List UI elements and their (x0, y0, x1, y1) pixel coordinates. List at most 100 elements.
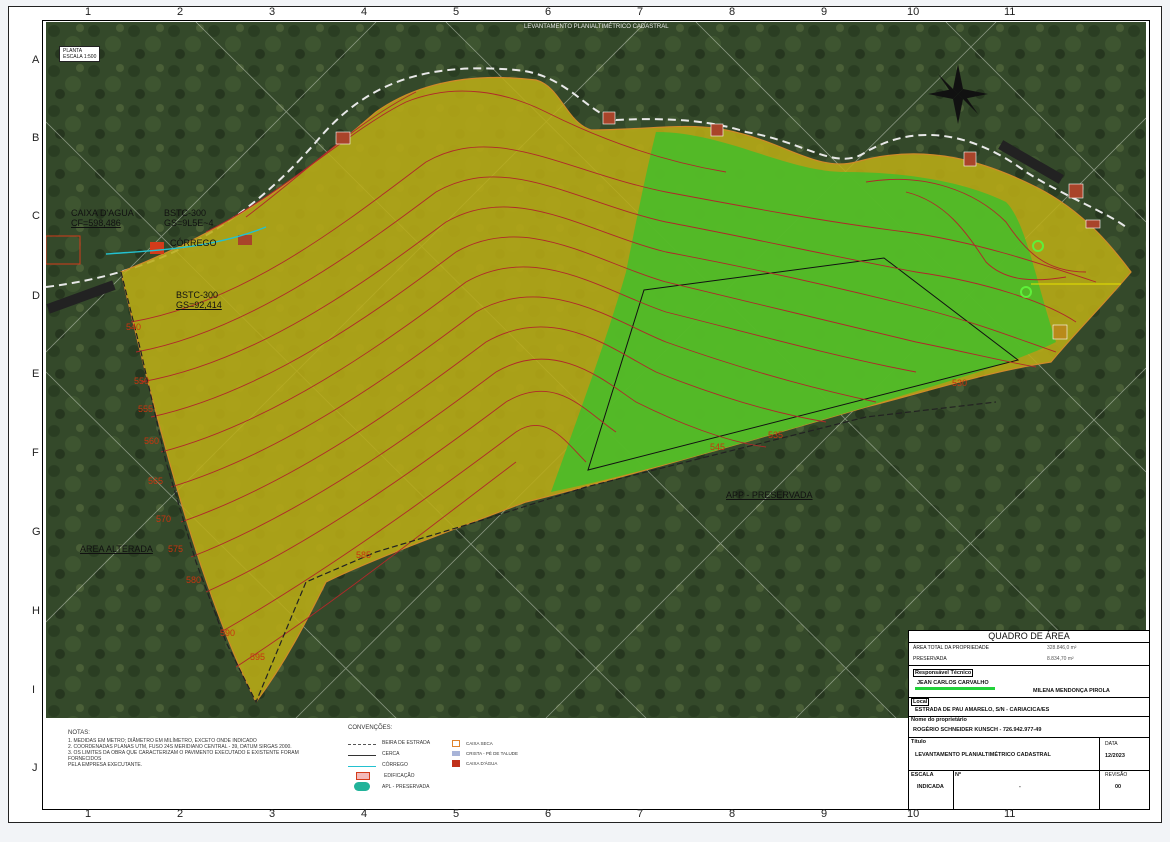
row-label: G (32, 526, 41, 538)
row-label: B (32, 132, 40, 144)
numero-value: - (1019, 784, 1021, 790)
escala-value: INDICADA (917, 784, 944, 790)
bstc-top-name: BSTC-300 (164, 208, 207, 218)
water-tank (150, 242, 164, 254)
col-label: 3 (269, 6, 276, 18)
bottom-grid-ruler: 1 2 3 4 5 6 7 8 9 10 11 (42, 808, 1148, 822)
resp-tecnico-name: JEAN CARLOS CARVALHO (917, 680, 989, 686)
elevation-label: 575 (168, 544, 184, 554)
building (1068, 183, 1084, 199)
preservada-label: PRESERVADA (913, 656, 947, 662)
col-label: 4 (361, 808, 368, 820)
bstc-top-elev: GS=9L5E~4 (164, 218, 214, 228)
stream-swatch (348, 763, 376, 767)
local-value: ESTRADA DE PAU AMARELO, S/N - CARIACICA/… (915, 707, 1050, 713)
building (1085, 219, 1101, 229)
row-label: C (32, 210, 40, 222)
area-total-value: 328.846,0 m² (1047, 645, 1077, 651)
row-label: A (32, 54, 40, 66)
elevation-label: 555 (138, 404, 154, 414)
elevation-label: 585 (356, 550, 372, 560)
legend-label: CAIXA D'ÁGUA (466, 760, 498, 766)
talude-swatch (452, 750, 460, 756)
area-total-label: ÁREA TOTAL DA PROPRIEDADE (913, 645, 989, 651)
col-label: 8 (729, 6, 736, 18)
col-label: 9 (821, 808, 828, 820)
legend-label: APL - PRESERVADA (382, 783, 430, 790)
resp-tecnico-label: Responsável Técnico (913, 669, 974, 677)
local-label: Local (911, 698, 930, 706)
legend-label: CÓRREGO (382, 761, 408, 768)
legend-label: EDIFICAÇÃO (384, 772, 415, 779)
bstc-bot-name: BSTC-300 (176, 290, 219, 300)
top-grid-ruler: 1 2 3 4 5 6 7 8 9 10 11 (42, 6, 1148, 20)
building (963, 151, 977, 167)
revisao-label: REVISÃO (1105, 772, 1128, 778)
drawing-sheet: 1 2 3 4 5 6 7 8 9 10 11 1 2 3 4 5 6 7 8 … (0, 0, 1170, 842)
notes-section: NOTAS: 1. MEDIDAS EM METRO; DIÂMETRO EM … (68, 730, 318, 768)
row-label: F (32, 447, 39, 459)
col-label: 7 (637, 808, 644, 820)
col-label: 5 (453, 808, 460, 820)
elevation-label: 540 (126, 322, 142, 332)
data-value: 12/2023 (1105, 753, 1125, 759)
elevation-label: 570 (156, 514, 172, 524)
col-label: 6 (545, 6, 552, 18)
col-label: 1 (85, 808, 92, 820)
col-label: 5 (453, 6, 460, 18)
titulo-value: LEVANTAMENTO PLANIALTIMÉTRICO CADASTRAL (915, 752, 1051, 758)
bstc-bot-elev: GS=92,414 (176, 300, 222, 310)
legend-item: CRISTA - PÉ DE TALUDE (452, 748, 518, 758)
note-item: 3. OS LIMITES DA OBRA QUE CARACTERIZAM O… (68, 750, 299, 762)
bstc-top-label: BSTC-300 GS=9L5E~4 (164, 208, 214, 228)
col-label: 9 (821, 6, 828, 18)
bstc-bot-label: BSTC-300 GS=92,414 (176, 290, 222, 310)
elevation-label: 595 (250, 652, 266, 662)
caixa-agua-name: CAIXA D'AGUA (71, 208, 134, 218)
app-preservada-label: APP - PRESERVADA (726, 490, 813, 500)
map-drawing (46, 22, 1146, 718)
col-label: 2 (177, 808, 184, 820)
elevation-label: 530 (952, 378, 968, 388)
legend-label: CAIXA SECA (466, 740, 493, 746)
proprietario-label: Nome do proprietário (911, 717, 967, 723)
title-block: QUADRO DE ÁREA ÁREA TOTAL DA PROPRIEDADE… (908, 630, 1149, 809)
conventions-heading: CONVENÇÕES: (348, 725, 393, 731)
col-label: 1 (85, 6, 92, 18)
notes-heading: NOTAS: (68, 730, 90, 736)
col-label: 2 (177, 6, 184, 18)
building (710, 123, 724, 137)
legend-label: BEIRA DE ESTRADA (382, 739, 431, 746)
building-swatch (356, 771, 370, 780)
col-label: 11 (1004, 808, 1016, 820)
client-name: MILENA MENDONÇA PIROLA (1033, 688, 1110, 694)
building (602, 111, 616, 125)
preserved-swatch (354, 782, 370, 791)
note-item: PELA EMPRESA EXECUTANTE. (68, 762, 143, 768)
numero-label: Nº (955, 772, 961, 778)
corrego-label: CÓRREGO (170, 238, 217, 248)
conventions-legend-right: CAIXA SECA CRISTA - PÉ DE TALUDE CAIXA D… (452, 738, 518, 768)
legend-item: APL - PRESERVADA (348, 781, 548, 792)
data-label: DATA (1105, 741, 1118, 747)
signature (915, 687, 995, 690)
elevation-label: 590 (220, 628, 236, 638)
road-swatch (348, 741, 376, 745)
col-label: 4 (361, 6, 368, 18)
planta-scale: ESCALA 1:500 (63, 54, 97, 60)
caixa-seca-swatch (452, 739, 460, 747)
col-label: 8 (729, 808, 736, 820)
col-label: 10 (907, 808, 920, 820)
left-grid-ruler: A B C D E F G H I J (22, 20, 41, 808)
building (335, 131, 351, 145)
elevation-label: 550 (134, 376, 150, 386)
area-alterada-label: AREA ALTERADA (80, 544, 153, 554)
col-label: 3 (269, 808, 276, 820)
fence-swatch (348, 752, 376, 756)
elevation-label: 535 (768, 430, 784, 440)
aerial-map[interactable]: PLANTA ESCALA 1:500 LEVANTAMENTO PLANIAL… (46, 22, 1146, 718)
caixa-agua-swatch (452, 759, 460, 767)
legend-item: EDIFICAÇÃO (348, 770, 548, 781)
row-label: J (32, 762, 38, 774)
legend-item: CAIXA D'ÁGUA (452, 758, 518, 768)
